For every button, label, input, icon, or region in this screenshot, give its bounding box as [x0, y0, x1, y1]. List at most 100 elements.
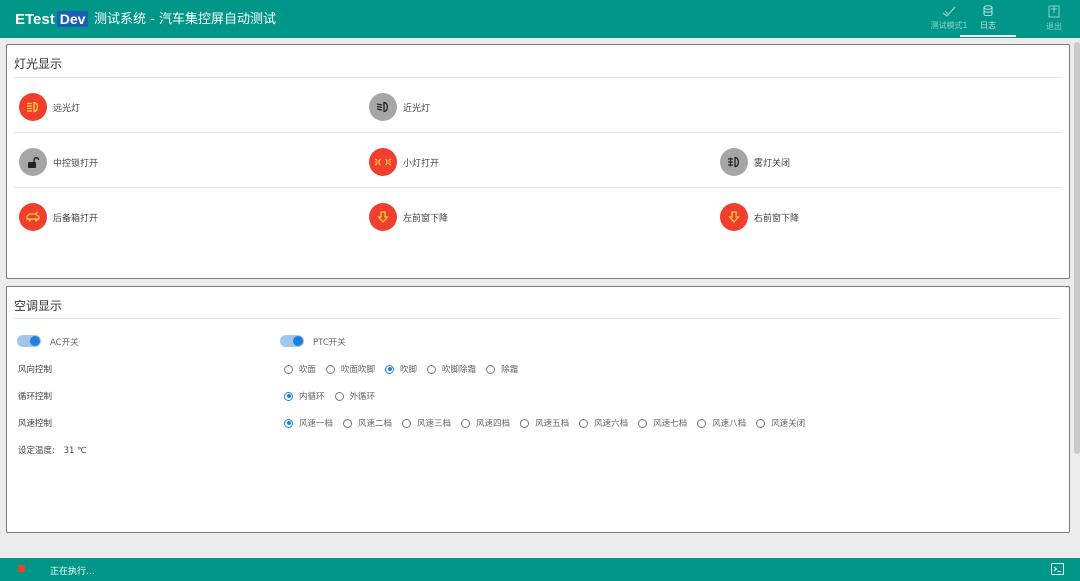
radio-button[interactable]	[284, 364, 293, 374]
radio-button[interactable]	[638, 418, 648, 428]
light-item-right-front-window: 右前窗下降	[720, 203, 799, 231]
exit-button[interactable]: 退出	[1026, 5, 1080, 32]
light-label: 雾灯关闭	[754, 158, 791, 169]
light-label: 右前窗下降	[754, 213, 800, 224]
light-item-high-beam: 远光灯	[19, 93, 80, 121]
fog-light-icon	[728, 156, 740, 168]
light-status-indicator	[19, 148, 47, 176]
radio-button-selected[interactable]	[385, 364, 395, 374]
radio-button[interactable]	[520, 418, 530, 428]
lights-title-divider	[14, 77, 1062, 78]
stop-icon[interactable]	[18, 565, 25, 572]
wind-direction-group: 吹面 吹面吹脚 吹脚 吹脚除霜 除霜	[284, 363, 528, 375]
fan-speed-option[interactable]: 风速七档	[638, 417, 687, 429]
fan-speed-option[interactable]: 风速五档	[520, 417, 569, 429]
radio-button[interactable]	[461, 418, 471, 428]
circulation-group: 内循环 外循环	[284, 390, 385, 402]
ac-panel: 空调显示 AC开关 PTC开关 风向控制 吹面 吹面吹脚 吹脚 吹脚除霜 除霜 …	[6, 286, 1070, 533]
light-item-central-lock: 中控锁打开	[19, 148, 98, 176]
wind-direction-option[interactable]: 吹脚除霜	[427, 363, 476, 375]
radio-button[interactable]	[427, 364, 437, 374]
light-status-indicator	[720, 148, 748, 176]
radio-button[interactable]	[756, 418, 766, 428]
wind-direction-option[interactable]: 除霜	[486, 363, 518, 375]
lights-row-divider	[14, 132, 1062, 133]
radio-label: 吹脚	[400, 365, 418, 375]
ptc-switch-label: PTC开关	[313, 338, 346, 348]
ptc-switch-knob	[293, 336, 303, 346]
radio-label: 除霜	[501, 365, 519, 375]
wind-direction-option[interactable]: 吹脚	[385, 363, 417, 375]
logo-badge: Dev	[56, 11, 89, 27]
light-item-left-front-window: 左前窗下降	[369, 203, 448, 231]
light-item-low-beam: 近光灯	[369, 93, 430, 121]
radio-label: 吹面	[299, 365, 317, 375]
trunk-car-icon	[26, 211, 40, 222]
active-tab-indicator	[960, 35, 1016, 37]
fan-speed-option[interactable]: 风速四档	[461, 417, 510, 429]
log-label: 日志	[980, 21, 996, 30]
radio-label: 风速三档	[417, 419, 452, 429]
wind-direction-option[interactable]: 吹面吹脚	[326, 363, 375, 375]
light-label: 近光灯	[403, 103, 431, 114]
fan-speed-option[interactable]: 风速六档	[579, 417, 628, 429]
app-logo: ETest Dev	[15, 11, 89, 28]
status-bar: 正在执行...	[0, 558, 1080, 581]
radio-button[interactable]	[579, 418, 589, 428]
fan-speed-option[interactable]: 风速一档	[284, 417, 333, 429]
radio-label: 风速一档	[299, 419, 334, 429]
exit-icon	[1048, 5, 1060, 18]
fan-speed-label: 风速控制	[18, 419, 53, 429]
lights-row-divider	[14, 187, 1062, 188]
radio-label: 风速七档	[653, 419, 688, 429]
ac-panel-title: 空调显示	[14, 299, 63, 313]
radio-button[interactable]	[343, 418, 353, 428]
light-label: 远光灯	[53, 103, 81, 114]
radio-label: 风速二档	[358, 419, 393, 429]
wind-direction-label: 风向控制	[18, 365, 53, 375]
radio-label: 风速五档	[535, 419, 570, 429]
ac-switch-knob	[30, 336, 40, 346]
fan-speed-option[interactable]: 风速二档	[343, 417, 392, 429]
circulation-option[interactable]: 外循环	[334, 390, 376, 402]
low-beam-icon	[376, 101, 389, 113]
radio-button[interactable]	[334, 391, 344, 401]
radio-button[interactable]	[697, 418, 707, 428]
circulation-label: 循环控制	[18, 392, 53, 402]
radio-label: 风速八档	[712, 419, 747, 429]
log-button[interactable]: 日志	[960, 5, 1016, 31]
light-label: 左前窗下降	[403, 213, 449, 224]
radio-label: 风速四档	[476, 419, 511, 429]
radio-label: 吹面吹脚	[341, 365, 376, 375]
lights-panel: 灯光显示 远光灯 近光灯 中控锁打开 小灯打开 雾灯关闭 后备箱打开 左前窗下降…	[6, 44, 1070, 279]
light-status-indicator	[369, 148, 397, 176]
circulation-option[interactable]: 内循环	[284, 390, 325, 402]
radio-button-selected[interactable]	[284, 418, 293, 428]
top-bar: ETest Dev 测试系统 - 汽车集控屏自动测试 测试模式1 日志 退出	[0, 0, 1080, 38]
light-label: 后备箱打开	[53, 213, 99, 224]
radio-button[interactable]	[326, 364, 336, 374]
light-status-indicator	[369, 93, 397, 121]
light-status-indicator	[720, 203, 748, 231]
fan-speed-option[interactable]: 风速八档	[697, 417, 746, 429]
ac-switch-label: AC开关	[50, 338, 79, 348]
ac-switch[interactable]	[17, 335, 41, 347]
wind-direction-option[interactable]: 吹面	[284, 363, 316, 375]
light-label: 小灯打开	[403, 158, 440, 169]
fan-speed-option[interactable]: 风速关闭	[756, 417, 805, 429]
radio-button-selected[interactable]	[284, 391, 293, 401]
radio-button[interactable]	[486, 364, 496, 374]
database-icon	[983, 5, 993, 17]
radio-label: 外循环	[349, 392, 376, 402]
fan-speed-group: 风速一档 风速二档 风速三档 风速四档 风速五档 风速六档 风速七档 风速八档 …	[284, 417, 815, 429]
ac-title-divider	[14, 318, 1062, 319]
fan-speed-option[interactable]: 风速三档	[402, 417, 451, 429]
ptc-switch[interactable]	[280, 335, 304, 347]
radio-button[interactable]	[402, 418, 412, 428]
unlock-icon	[28, 156, 40, 168]
page-scrollbar[interactable]	[1074, 42, 1080, 454]
light-item-fog-light: 雾灯关闭	[720, 148, 790, 176]
radio-label: 风速关闭	[771, 419, 806, 429]
light-status-indicator	[369, 203, 397, 231]
terminal-icon[interactable]	[1051, 563, 1064, 575]
